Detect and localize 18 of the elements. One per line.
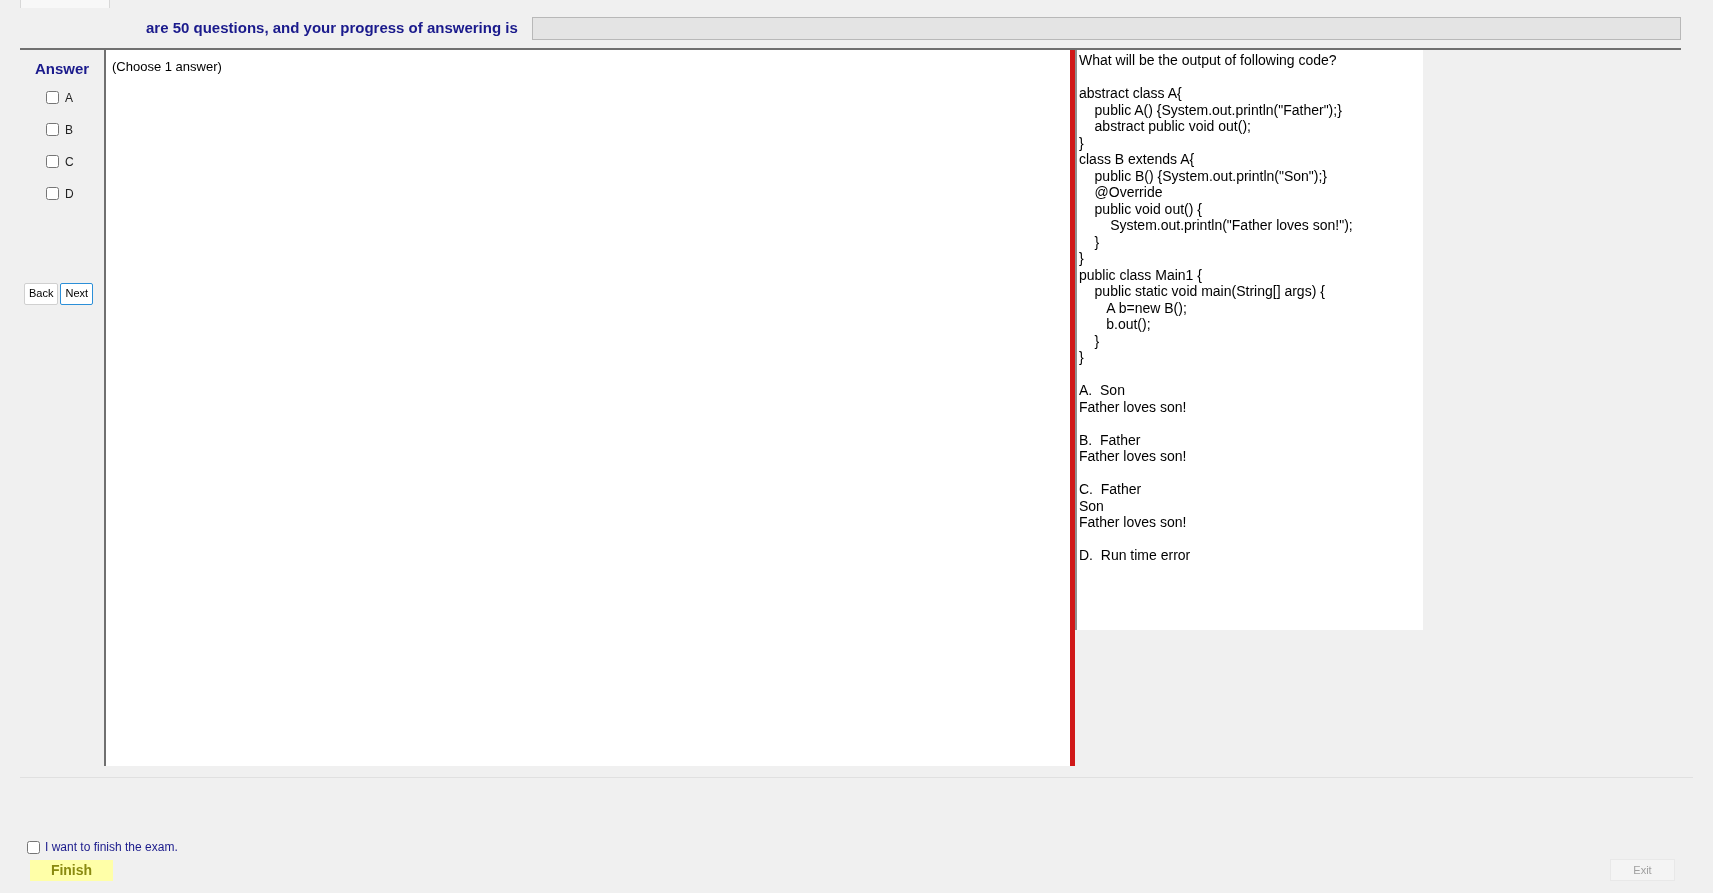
answer-area[interactable]: (Choose 1 answer) [104,50,1070,766]
finish-checkbox[interactable] [27,840,40,854]
back-button[interactable]: Back [24,282,59,305]
option-checkbox[interactable] [46,155,59,168]
finish-label: I want to finish the exam. [45,839,178,856]
option-label: A [65,89,73,107]
progress-caption: are 50 questions, and your progress of answering is [146,17,518,38]
option-label: D [65,185,74,203]
next-button[interactable]: Next [60,282,94,305]
option-label: B [65,121,73,139]
option-checkbox[interactable] [46,91,59,104]
question-text: What will be the output of following code? abstract class A{ public A() {System.out.println("Father");} abstract public void out(); } class B extends A{ public B() {System.out.println("Son");} @Override public void out() { System.out.println("Father loves son!"); } } public class Main1 { public static void main(String[] args) { A b=new B(); b.out(); } } A. Son Father loves son! B. Father Father loves son! C. Father Son Father loves son! D. Run time error [1079,52,1354,564]
finish-button[interactable]: Finish [30,859,113,881]
answer-heading: Answer [34,59,90,79]
option-checkbox[interactable] [46,123,59,136]
option-label: C [65,153,74,171]
option-checkbox[interactable] [46,187,59,200]
answer-hint: (Choose 1 answer) [112,59,222,74]
